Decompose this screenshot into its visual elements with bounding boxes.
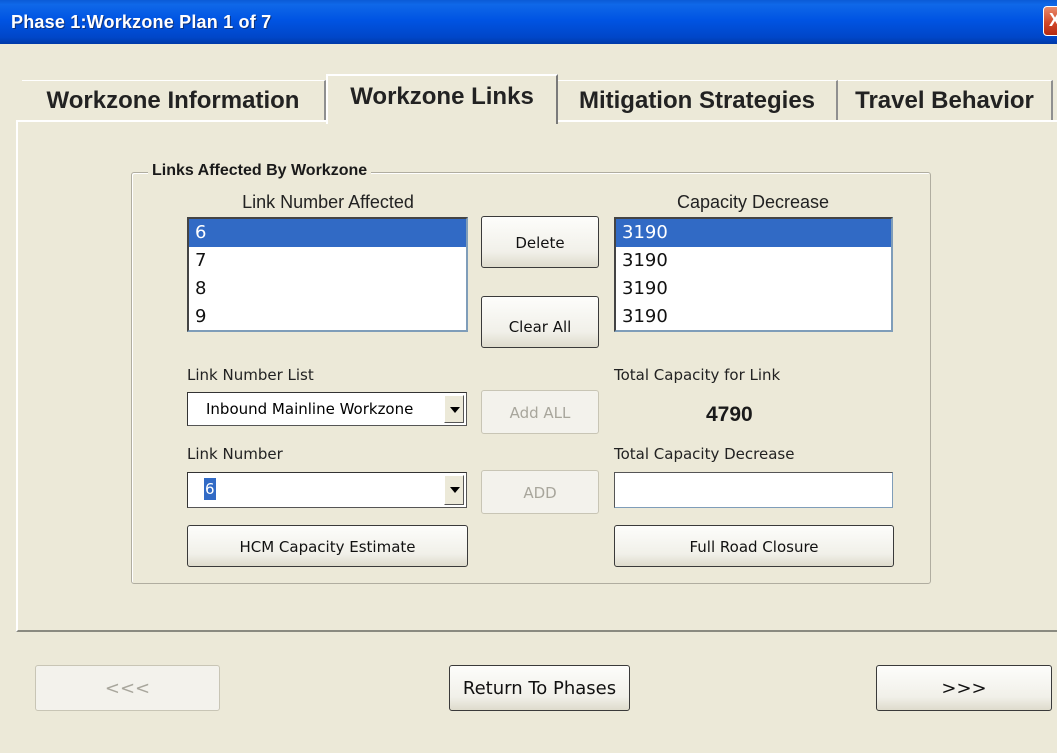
list-item[interactable]: 6 <box>189 219 466 247</box>
list-item[interactable]: 3190 <box>616 219 891 247</box>
link-number-list-select[interactable]: Inbound Mainline Workzone <box>187 392 467 426</box>
return-to-phases-button[interactable]: Return To Phases <box>449 665 630 711</box>
full-road-closure-button[interactable]: Full Road Closure <box>614 525 894 567</box>
chevron-down-icon[interactable] <box>444 475 464 505</box>
list-item[interactable]: 3190 <box>616 303 891 331</box>
tab-workzone-information[interactable]: Workzone Information <box>22 80 326 122</box>
hcm-capacity-estimate-button[interactable]: HCM Capacity Estimate <box>187 525 468 567</box>
link-number-list-label: Link Number List <box>187 366 314 384</box>
tab-mitigation-strategies[interactable]: Mitigation Strategies <box>558 80 838 122</box>
link-number-affected-header: Link Number Affected <box>242 192 414 212</box>
add-all-button[interactable]: Add ALL <box>481 390 599 434</box>
next-button[interactable]: >>> <box>876 665 1052 711</box>
link-number-listbox[interactable]: 6 7 8 9 <box>187 217 468 332</box>
total-capacity-decrease-input[interactable] <box>614 472 893 508</box>
add-button[interactable]: ADD <box>481 470 599 514</box>
delete-button[interactable]: Delete <box>481 216 599 268</box>
previous-button[interactable]: <<< <box>35 665 220 711</box>
tab-travel-behavior[interactable]: Travel Behavior <box>838 80 1053 122</box>
capacity-decrease-header: Capacity Decrease <box>676 192 830 212</box>
capacity-decrease-listbox[interactable]: 3190 3190 3190 3190 <box>614 217 893 332</box>
list-item[interactable]: 3190 <box>616 275 891 303</box>
list-item[interactable]: 9 <box>189 303 466 331</box>
list-item[interactable]: 8 <box>189 275 466 303</box>
tab-strip: Workzone Information Workzone Links Miti… <box>0 74 1057 124</box>
link-number-value: 6 <box>204 478 216 500</box>
tab-workzone-links[interactable]: Workzone Links <box>326 74 558 124</box>
total-capacity-decrease-label: Total Capacity Decrease <box>614 445 795 463</box>
list-item[interactable]: 7 <box>189 247 466 275</box>
link-number-label: Link Number <box>187 445 283 463</box>
link-number-list-value: Inbound Mainline Workzone <box>206 400 414 418</box>
groupbox-title: Links Affected By Workzone <box>148 162 372 180</box>
list-item[interactable]: 3190 <box>616 247 891 275</box>
clear-all-button[interactable]: Clear All <box>481 296 599 348</box>
total-capacity-value: 4790 <box>706 403 753 426</box>
link-number-select[interactable]: 6 <box>187 472 467 508</box>
window-title: Phase 1:Workzone Plan 1 of 7 <box>11 12 272 32</box>
title-bar: Phase 1:Workzone Plan 1 of 7 X <box>0 0 1057 44</box>
chevron-down-icon[interactable] <box>444 395 464 423</box>
close-icon[interactable]: X <box>1043 6 1057 36</box>
total-capacity-label: Total Capacity for Link <box>614 366 781 384</box>
